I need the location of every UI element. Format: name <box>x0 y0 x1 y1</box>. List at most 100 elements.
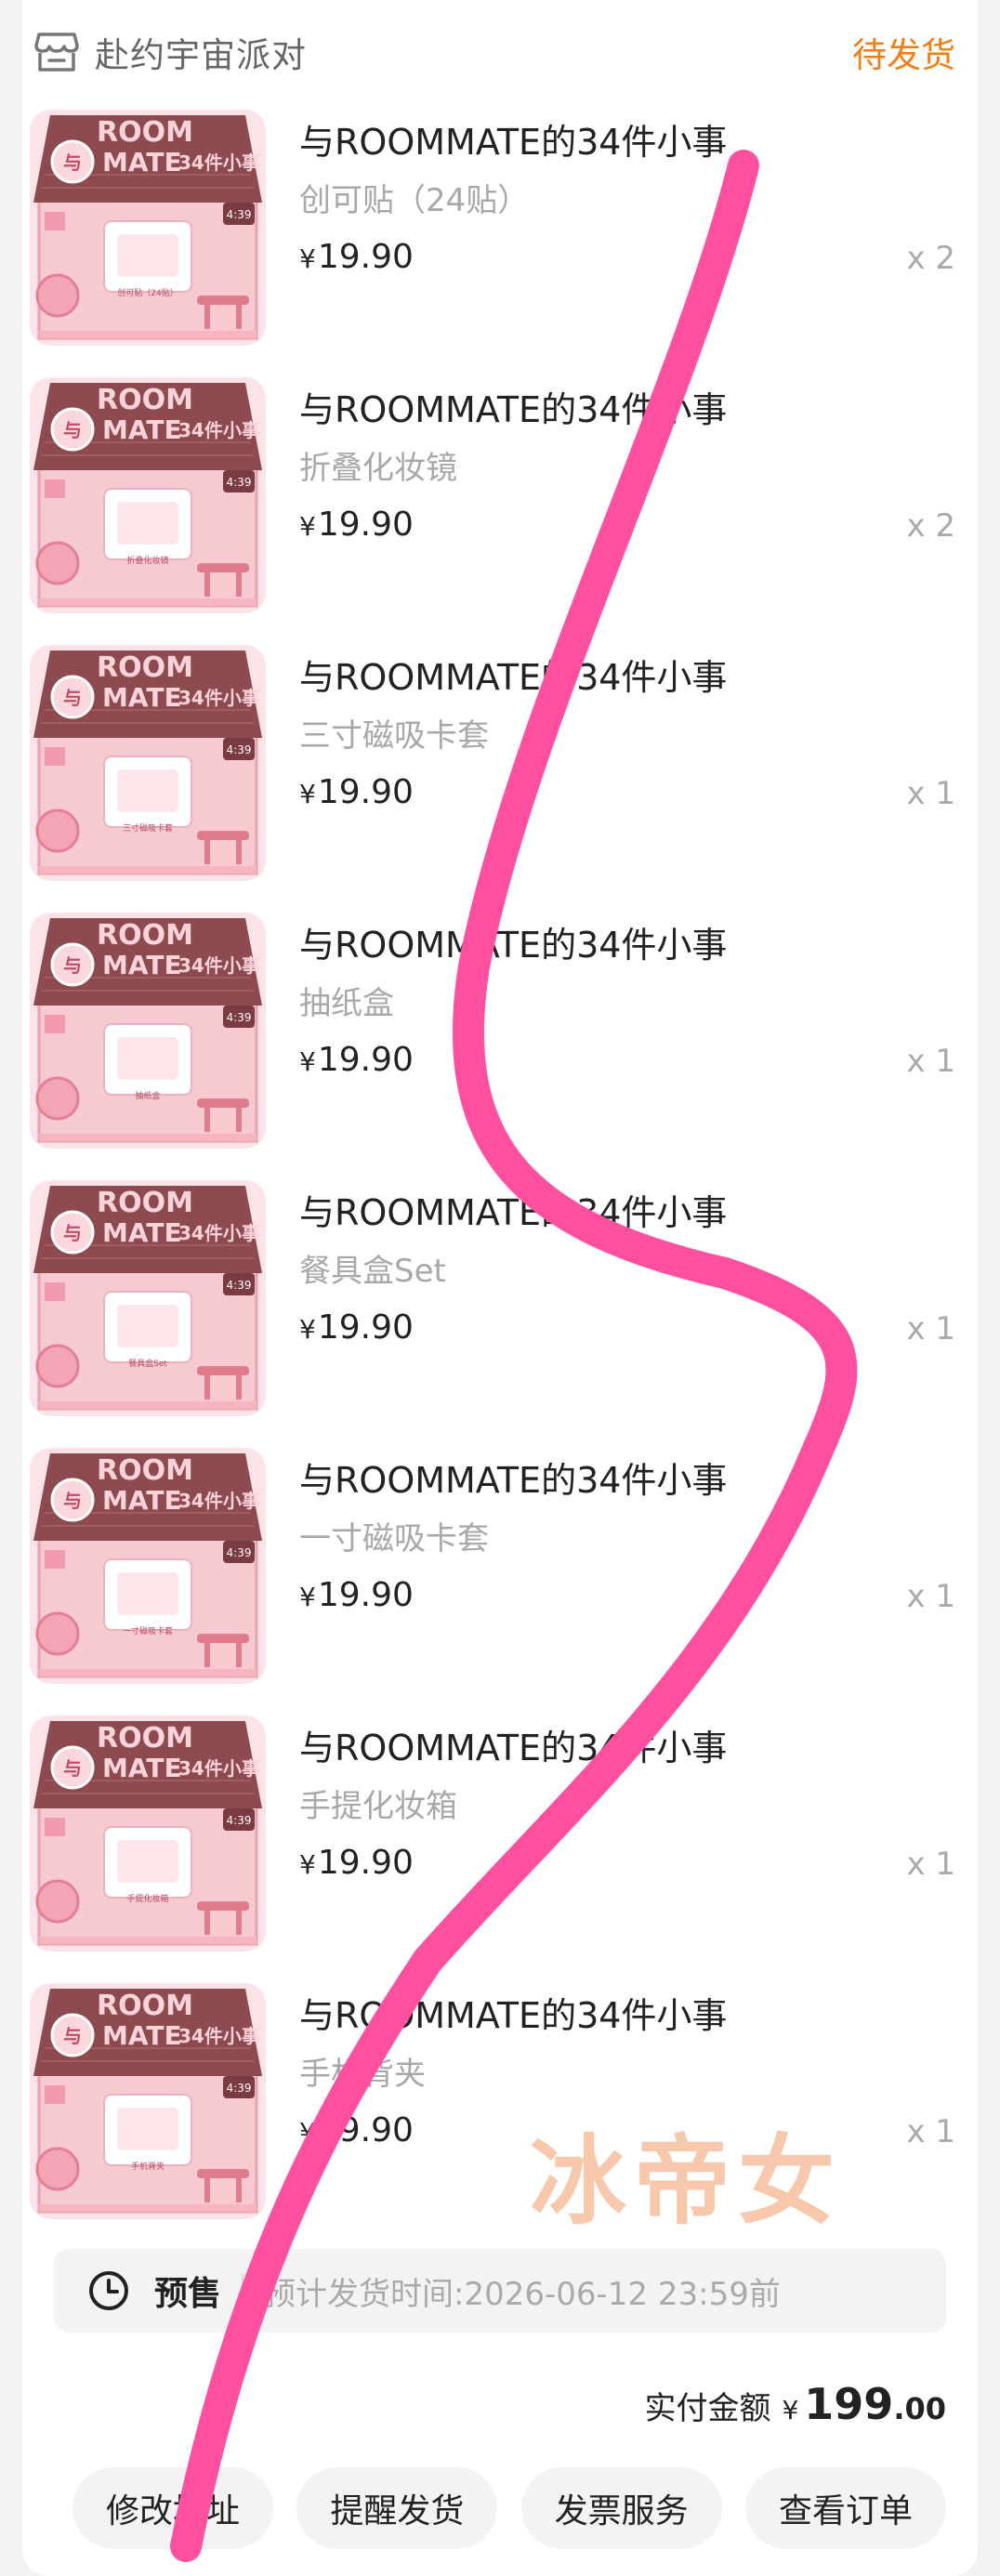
thumb-line2: MATE <box>102 950 182 980</box>
shop-icon <box>34 33 79 72</box>
item-spec: 抽纸盒 <box>299 985 394 1022</box>
total-label: 实付金额 <box>644 2390 771 2427</box>
item-price: ¥19.90 <box>299 506 414 544</box>
thumb-caption: 餐具盒Set <box>128 1360 167 1369</box>
view-order-button[interactable]: 查看订单 <box>744 2467 946 2549</box>
item-price-value: 19.90 <box>317 773 414 811</box>
action-bar: 修改地址 提醒发货 发票服务 查看订单 <box>72 2467 946 2549</box>
item-title[interactable]: 与ROOMMATE的34件小事 <box>299 381 727 432</box>
item-title[interactable]: 与ROOMMATE的34件小事 <box>299 649 727 700</box>
product-thumbnail[interactable]: 与 ROOM MATE 34件小事 4:39 手提化妆箱 <box>30 1715 266 1952</box>
item-spec: 手机背夹 <box>299 2056 426 2093</box>
product-thumbnail[interactable]: 与 ROOM MATE 34件小事 4:39 手机背夹 <box>30 1983 266 2219</box>
thumb-line1: ROOM <box>97 116 193 149</box>
thumb-count: 34件小事 <box>178 151 260 174</box>
thumb-clock: 4:39 <box>227 1814 252 1827</box>
item-title[interactable]: 与ROOMMATE的34件小事 <box>299 1719 727 1770</box>
product-thumbnail[interactable]: 与 ROOM MATE 34件小事 4:39 创可贴（24贴） <box>30 110 266 346</box>
thumb-clock: 4:39 <box>227 2082 252 2095</box>
order-item[interactable]: 与 ROOM MATE 34件小事 4:39 创可贴（24贴） 与ROOMMAT… <box>30 110 955 351</box>
shop-name: 赴约宇宙派对 <box>95 35 307 75</box>
item-spec: 折叠化妆镜 <box>299 450 457 487</box>
presale-bar: 预售 预计发货时间:2026-06-12 23:59前 <box>54 2249 946 2333</box>
item-price-value: 19.90 <box>317 238 414 276</box>
item-price: ¥19.90 <box>299 2111 414 2149</box>
thumb-count: 34件小事 <box>178 1757 260 1780</box>
product-thumbnail[interactable]: 与 ROOM MATE 34件小事 4:39 抽纸盒 <box>30 913 266 1149</box>
order-item[interactable]: 与 ROOM MATE 34件小事 4:39 折叠化妆镜 与ROOMMATE的3… <box>30 377 955 619</box>
thumb-badge: 与 <box>63 1222 82 1244</box>
thumb-clock: 4:39 <box>227 1279 252 1292</box>
thumb-count: 34件小事 <box>178 1222 260 1244</box>
item-price: ¥19.90 <box>299 1844 414 1882</box>
order-item[interactable]: 与 ROOM MATE 34件小事 4:39 一寸磁吸卡套 与ROOMMATE的… <box>30 1448 955 1689</box>
product-thumbnail[interactable]: 与 ROOM MATE 34件小事 4:39 一寸磁吸卡套 <box>30 1448 266 1684</box>
order-header: 赴约宇宙派对 待发货 <box>33 19 955 85</box>
remind-shipping-button[interactable]: 提醒发货 <box>296 2467 498 2549</box>
item-currency: ¥ <box>299 2117 316 2148</box>
item-title[interactable]: 与ROOMMATE的34件小事 <box>299 1184 727 1235</box>
modify-address-button[interactable]: 修改地址 <box>72 2467 273 2549</box>
item-spec: 餐具盒Set <box>299 1253 446 1290</box>
item-spec: 三寸磁吸卡套 <box>299 717 489 755</box>
thumb-badge: 与 <box>63 419 82 441</box>
item-price: ¥19.90 <box>299 773 414 811</box>
thumb-caption: 折叠化妆镜 <box>126 557 169 566</box>
thumb-line2: MATE <box>102 1485 182 1516</box>
thumb-count: 34件小事 <box>178 419 260 441</box>
thumb-count: 34件小事 <box>178 954 260 977</box>
item-price: ¥19.90 <box>299 1576 414 1614</box>
shop-link[interactable]: 赴约宇宙派对 <box>33 27 307 77</box>
thumb-badge: 与 <box>63 151 82 174</box>
total-amount: 实付金额 ¥ 199 .00 <box>644 2379 946 2429</box>
item-price-value: 19.90 <box>317 1576 414 1614</box>
thumb-line1: ROOM <box>97 1722 193 1755</box>
thumb-line2: MATE <box>102 1217 182 1248</box>
item-currency: ¥ <box>299 243 316 274</box>
thumb-caption: 三寸磁吸卡套 <box>122 824 173 834</box>
item-title[interactable]: 与ROOMMATE的34件小事 <box>299 113 727 164</box>
thumb-caption: 抽纸盒 <box>135 1092 161 1101</box>
item-quantity: x 1 <box>906 1310 955 1347</box>
item-price-value: 19.90 <box>317 506 414 544</box>
item-spec: 一寸磁吸卡套 <box>299 1520 489 1557</box>
presale-ship-time: 预计发货时间:2026-06-12 23:59前 <box>264 2275 781 2313</box>
item-price-value: 19.90 <box>317 1041 414 1079</box>
presale-divider <box>242 2274 244 2307</box>
item-price: ¥19.90 <box>299 238 414 276</box>
thumb-line1: ROOM <box>97 1990 193 2022</box>
item-price-value: 19.90 <box>317 1308 414 1347</box>
item-price-value: 19.90 <box>317 2111 414 2149</box>
item-quantity: x 1 <box>906 1846 955 1883</box>
total-integer: 199 <box>804 2379 894 2429</box>
invoice-service-button[interactable]: 发票服务 <box>520 2467 722 2549</box>
item-currency: ¥ <box>299 1314 316 1345</box>
item-currency: ¥ <box>299 1046 316 1077</box>
product-thumbnail[interactable]: 与 ROOM MATE 34件小事 4:39 折叠化妆镜 <box>30 377 266 613</box>
item-quantity: x 1 <box>906 1578 955 1615</box>
product-thumbnail[interactable]: 与 ROOM MATE 34件小事 4:39 三寸磁吸卡套 <box>30 645 266 881</box>
thumb-line1: ROOM <box>97 1187 193 1219</box>
order-item[interactable]: 与 ROOM MATE 34件小事 4:39 抽纸盒 与ROOMMATE的34件… <box>30 913 955 1154</box>
item-title[interactable]: 与ROOMMATE的34件小事 <box>299 916 727 967</box>
product-thumbnail[interactable]: 与 ROOM MATE 34件小事 4:39 餐具盒Set <box>30 1180 266 1416</box>
order-item[interactable]: 与 ROOM MATE 34件小事 4:39 餐具盒Set 与ROOMMATE的… <box>30 1180 955 1422</box>
item-title[interactable]: 与ROOMMATE的34件小事 <box>299 1452 727 1503</box>
item-price: ¥19.90 <box>299 1041 414 1079</box>
total-currency: ¥ <box>782 2395 799 2425</box>
thumb-clock: 4:39 <box>227 1546 252 1559</box>
clock-icon <box>89 2271 128 2310</box>
thumb-badge: 与 <box>63 954 82 977</box>
order-item[interactable]: 与 ROOM MATE 34件小事 4:39 三寸磁吸卡套 与ROOMMATE的… <box>30 645 955 887</box>
watermark-text: 冰帝女 <box>530 2124 843 2238</box>
order-item[interactable]: 与 ROOM MATE 34件小事 4:39 手提化妆箱 与ROOMMATE的3… <box>30 1715 955 1957</box>
thumb-line2: MATE <box>102 414 182 445</box>
item-currency: ¥ <box>299 779 316 809</box>
item-title[interactable]: 与ROOMMATE的34件小事 <box>299 1987 727 2038</box>
item-spec: 手提化妆箱 <box>299 1788 457 1825</box>
thumb-caption: 创可贴（24贴） <box>117 289 178 298</box>
thumb-badge: 与 <box>63 1757 82 1780</box>
thumb-clock: 4:39 <box>227 208 252 221</box>
thumb-caption: 一寸磁吸卡套 <box>122 1627 173 1636</box>
presale-tag: 预售 <box>154 2275 222 2313</box>
